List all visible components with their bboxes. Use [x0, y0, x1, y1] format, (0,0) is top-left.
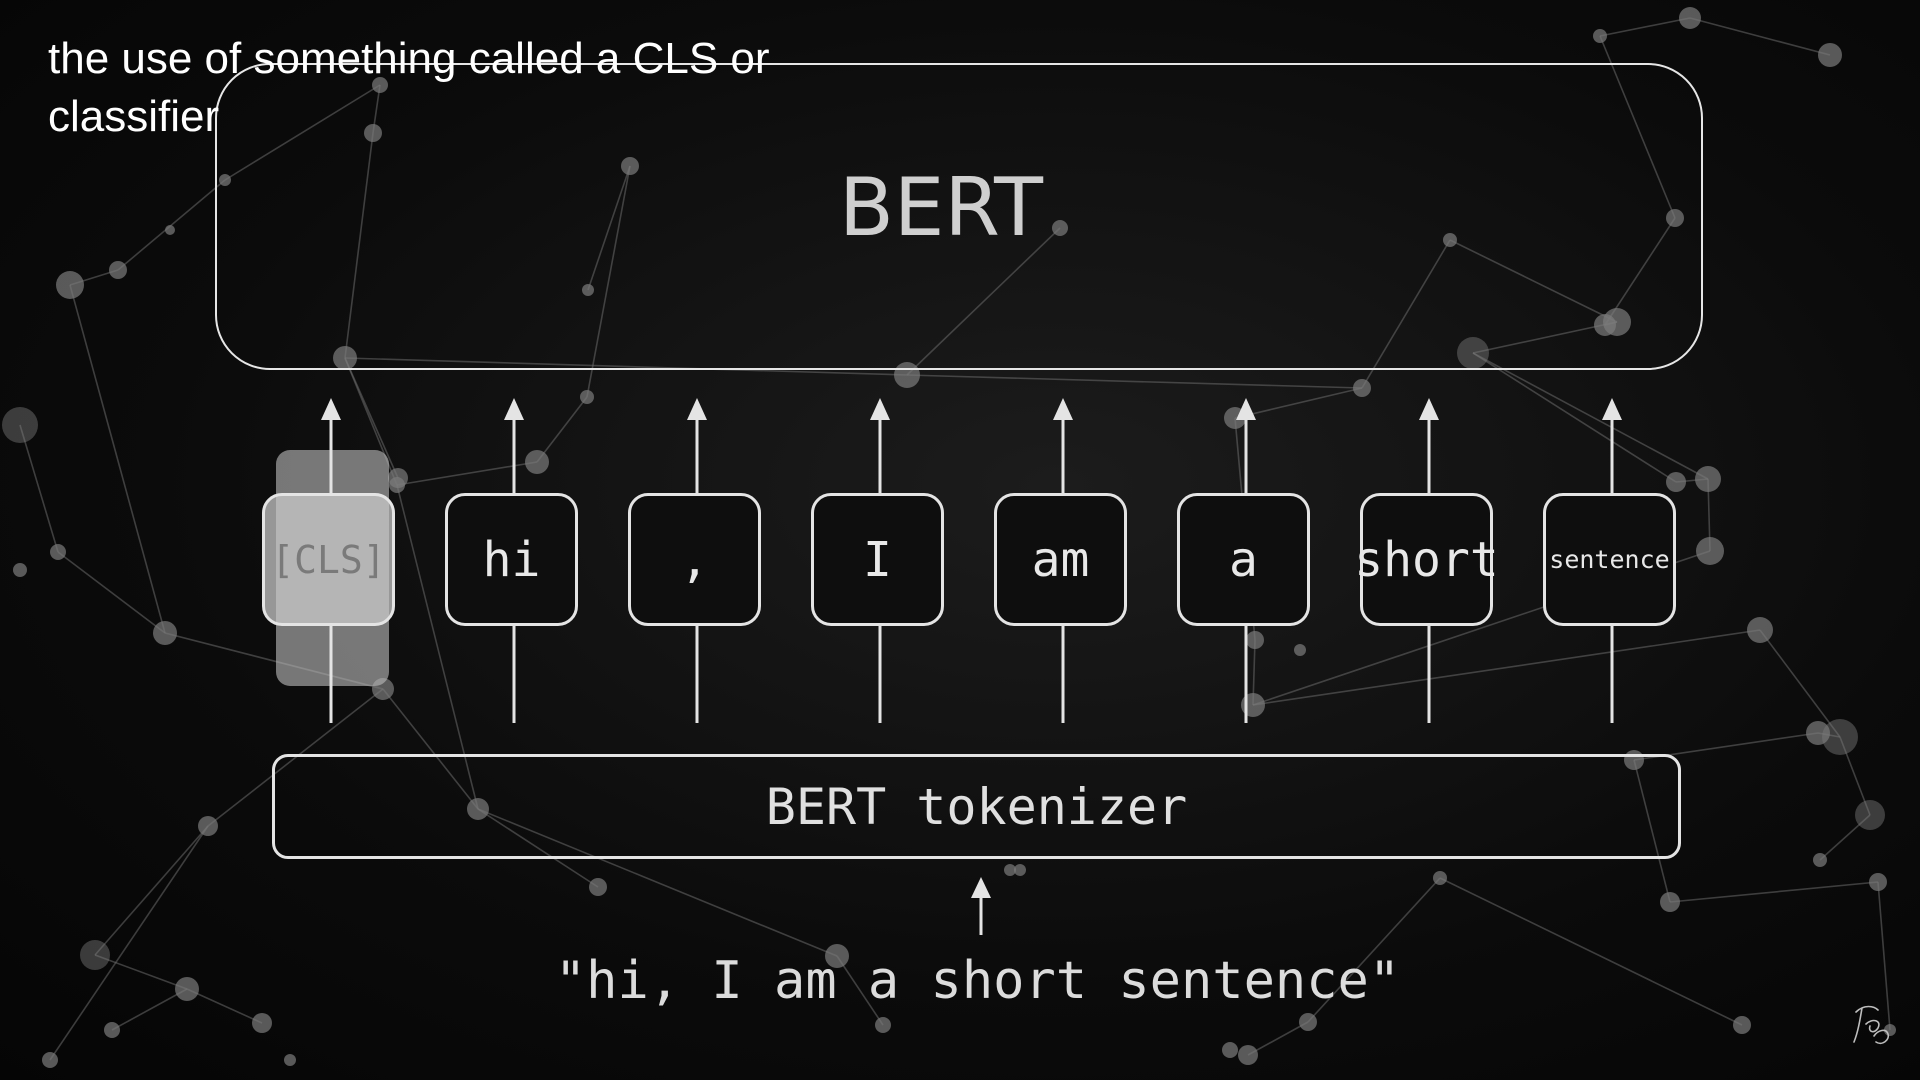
arrowhead-up	[504, 398, 524, 420]
token-hi: hi	[445, 493, 578, 626]
arrowhead-up	[1236, 398, 1256, 420]
arrowhead-up	[870, 398, 890, 420]
input-sentence: "hi, I am a short sentence"	[554, 951, 1401, 1011]
token-cls: [CLS]	[262, 493, 395, 626]
handwritten-signature-icon	[1853, 1005, 1890, 1045]
slide: BERT [CLS] hi , I am a short sentence BE…	[0, 0, 1920, 1080]
token-i: I	[811, 493, 944, 626]
arrowhead-up	[1053, 398, 1073, 420]
token-short: short	[1354, 493, 1499, 626]
arrowhead-up	[321, 398, 341, 420]
arrowhead-up	[687, 398, 707, 420]
token-a: a	[1177, 493, 1310, 626]
arrowhead-up	[1602, 398, 1622, 420]
subtitle-caption: the use of something called a CLS or cla…	[48, 34, 770, 141]
arrowhead-up	[971, 877, 991, 898]
bert-tokenizer-box: BERT tokenizer	[272, 754, 1681, 859]
token-comma: ,	[628, 493, 761, 626]
token-sentence: sentence	[1543, 493, 1676, 626]
arrowhead-up	[1419, 398, 1439, 420]
token-am: am	[994, 493, 1127, 626]
